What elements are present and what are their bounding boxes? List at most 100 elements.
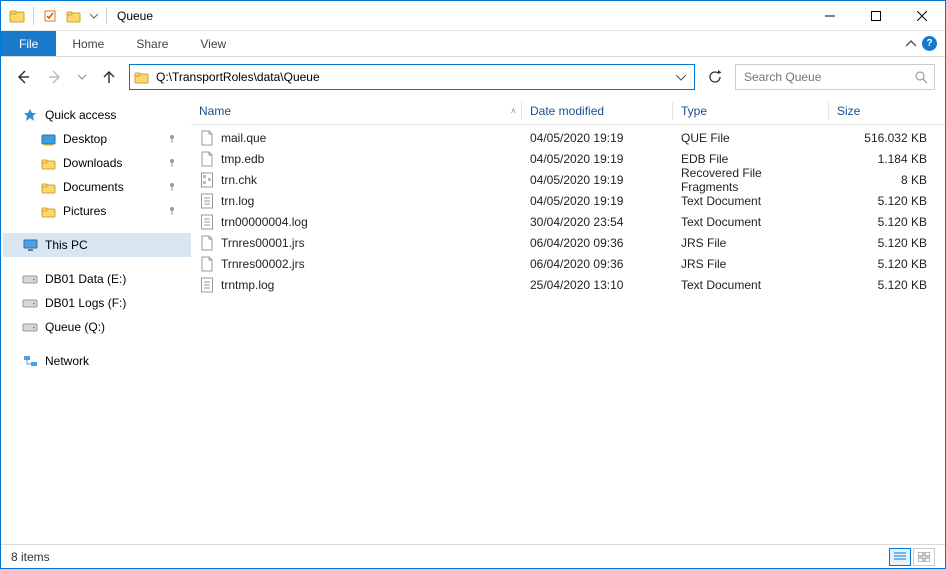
tree-drive-item[interactable]: Queue (Q:): [3, 315, 191, 339]
ribbon: File Home Share View ?: [1, 31, 945, 57]
file-row[interactable]: trn.chk04/05/2020 19:19Recovered File Fr…: [191, 169, 945, 190]
column-header-date[interactable]: Date modified: [522, 104, 672, 118]
column-header-name[interactable]: Name ˄: [191, 104, 521, 118]
file-icon: [199, 172, 215, 188]
tree-label: This PC: [45, 238, 88, 252]
file-date: 25/04/2020 13:10: [522, 278, 672, 292]
pin-icon: [167, 182, 177, 192]
file-name: mail.que: [221, 131, 266, 145]
file-name: Trnres00002.jrs: [221, 257, 305, 271]
status-bar: 8 items: [1, 544, 945, 568]
refresh-button[interactable]: [703, 65, 727, 89]
qat-dropdown-icon[interactable]: [88, 6, 100, 26]
file-icon: [199, 214, 215, 230]
status-item-count: 8 items: [11, 550, 50, 564]
tree-label: Queue (Q:): [45, 320, 105, 334]
address-dropdown-icon[interactable]: [672, 72, 690, 82]
tree-label: Quick access: [45, 108, 116, 122]
file-name: Trnres00001.jrs: [221, 236, 305, 250]
navigation-pane[interactable]: Quick access DesktopDownloadsDocuments Pi…: [1, 97, 191, 544]
file-type: JRS File: [673, 236, 828, 250]
file-date: 04/05/2020 19:19: [522, 131, 672, 145]
title-bar: Queue: [1, 1, 945, 31]
ribbon-tab-file[interactable]: File: [1, 31, 56, 56]
minimize-button[interactable]: [807, 1, 853, 31]
file-icon: [199, 151, 215, 167]
file-type: JRS File: [673, 257, 828, 271]
file-row[interactable]: Trnres00002.jrs 06/04/2020 09:36JRS File5…: [191, 253, 945, 274]
file-type: Recovered File Fragments: [673, 166, 828, 194]
file-row[interactable]: trn.log04/05/2020 19:19Text Document5.12…: [191, 190, 945, 211]
qat-properties-icon[interactable]: [40, 6, 60, 26]
tree-label: DB01 Logs (F:): [45, 296, 126, 310]
drive-icon: [21, 321, 39, 333]
file-date: 06/04/2020 09:36: [522, 257, 672, 271]
view-large-icons-button[interactable]: [913, 548, 935, 566]
tree-drive-item[interactable]: DB01 Logs (F:): [3, 291, 191, 315]
file-row[interactable]: trn00000004.log30/04/2020 23:54Text Docu…: [191, 211, 945, 232]
pin-icon: [167, 206, 177, 216]
file-type: QUE File: [673, 131, 828, 145]
file-type: Text Document: [673, 215, 828, 229]
pin-icon: [167, 158, 177, 168]
column-headers: Name ˄ Date modified Type Size: [191, 97, 945, 125]
pc-icon: [21, 238, 39, 252]
tree-quick-item[interactable]: Desktop: [3, 127, 191, 151]
file-size: 5.120 KB: [829, 257, 945, 271]
tree-label: Network: [45, 354, 89, 368]
file-date: 04/05/2020 19:19: [522, 152, 672, 166]
file-date: 30/04/2020 23:54: [522, 215, 672, 229]
ribbon-tab-home[interactable]: Home: [56, 31, 120, 56]
tree-label: Pictures: [63, 204, 106, 218]
drive-icon: [21, 297, 39, 309]
search-icon: [915, 71, 928, 84]
view-details-button[interactable]: [889, 548, 911, 566]
nav-recent-dropdown[interactable]: [75, 65, 89, 89]
nav-forward-button[interactable]: [43, 65, 67, 89]
close-button[interactable]: [899, 1, 945, 31]
tree-drive-item[interactable]: DB01 Data (E:): [3, 267, 191, 291]
file-type: EDB File: [673, 152, 828, 166]
tree-this-pc[interactable]: This PC: [3, 233, 191, 257]
file-icon: [199, 235, 215, 251]
window-title: Queue: [113, 9, 153, 23]
file-size: 5.120 KB: [829, 278, 945, 292]
tree-quick-item[interactable]: Pictures: [3, 199, 191, 223]
maximize-button[interactable]: [853, 1, 899, 31]
search-input[interactable]: [742, 69, 915, 85]
file-row[interactable]: mail.que04/05/2020 19:19QUE File516.032 …: [191, 127, 945, 148]
file-row[interactable]: tmp.edb04/05/2020 19:19EDB File1.184 KB: [191, 148, 945, 169]
file-row[interactable]: trntmp.log25/04/2020 13:10Text Document5…: [191, 274, 945, 295]
ribbon-collapse-icon[interactable]: [906, 39, 916, 49]
column-header-type[interactable]: Type: [673, 104, 828, 118]
qat-new-folder-icon[interactable]: [64, 6, 84, 26]
folder-icon: [39, 181, 57, 194]
ribbon-tab-share[interactable]: Share: [120, 31, 184, 56]
file-name: trntmp.log: [221, 278, 274, 292]
file-icon: [199, 277, 215, 293]
file-name: tmp.edb: [221, 152, 264, 166]
search-box[interactable]: [735, 64, 935, 90]
help-icon[interactable]: ?: [922, 36, 937, 51]
nav-up-button[interactable]: [97, 65, 121, 89]
file-date: 04/05/2020 19:19: [522, 194, 672, 208]
tree-quick-access[interactable]: Quick access: [3, 103, 191, 127]
address-folder-icon: [134, 69, 150, 85]
star-icon: [21, 108, 39, 122]
ribbon-tab-view[interactable]: View: [184, 31, 242, 56]
app-folder-icon: [7, 6, 27, 26]
file-name: trn.log: [221, 194, 254, 208]
address-bar[interactable]: [129, 64, 695, 90]
network-icon: [21, 354, 39, 368]
file-icon: [199, 193, 215, 209]
file-date: 04/05/2020 19:19: [522, 173, 672, 187]
column-header-size[interactable]: Size: [829, 104, 945, 118]
file-row[interactable]: Trnres00001.jrs06/04/2020 09:36JRS File5…: [191, 232, 945, 253]
nav-back-button[interactable]: [11, 65, 35, 89]
tree-quick-item[interactable]: Documents: [3, 175, 191, 199]
address-input[interactable]: [154, 69, 672, 85]
tree-quick-item[interactable]: Downloads: [3, 151, 191, 175]
tree-network[interactable]: Network: [3, 349, 191, 373]
file-list[interactable]: mail.que04/05/2020 19:19QUE File516.032 …: [191, 125, 945, 544]
file-size: 5.120 KB: [829, 215, 945, 229]
